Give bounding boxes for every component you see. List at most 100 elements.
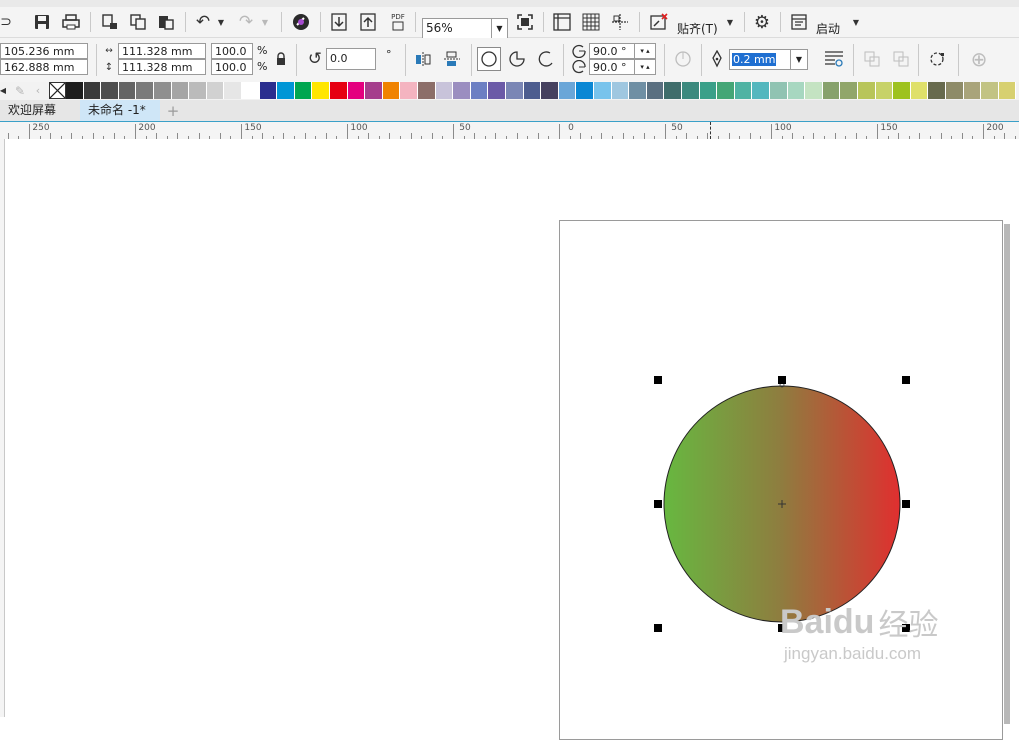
- color-swatch[interactable]: [118, 82, 137, 99]
- color-swatch[interactable]: [206, 82, 225, 99]
- color-swatch[interactable]: [154, 82, 172, 99]
- start-angle-field[interactable]: 90.0 °: [589, 43, 635, 59]
- color-swatch[interactable]: [242, 82, 260, 99]
- text-wrap-icon[interactable]: [822, 48, 846, 70]
- full-screen-icon[interactable]: [514, 11, 536, 33]
- color-swatch[interactable]: [101, 82, 119, 99]
- new-file-icon[interactable]: ⊃: [0, 12, 12, 32]
- launch-dropdown-icon[interactable]: ▼: [850, 11, 862, 33]
- color-swatch[interactable]: [259, 82, 278, 99]
- selection-handle-top[interactable]: [778, 376, 786, 384]
- color-swatch[interactable]: [136, 82, 154, 99]
- snap-dropdown-icon[interactable]: ▼: [724, 11, 736, 33]
- color-swatch[interactable]: [805, 82, 823, 99]
- scale-y-field[interactable]: 100.0: [211, 59, 253, 75]
- color-swatch[interactable]: [470, 82, 489, 99]
- print-icon[interactable]: [60, 11, 82, 33]
- tab-welcome-screen[interactable]: 欢迎屏幕: [0, 100, 80, 121]
- color-swatch[interactable]: [224, 82, 242, 99]
- zoom-dropdown-button[interactable]: ▼: [491, 18, 508, 39]
- color-swatch[interactable]: [910, 82, 929, 99]
- color-swatch[interactable]: [981, 82, 999, 99]
- selection-handle-top-right[interactable]: [902, 376, 910, 384]
- color-swatch[interactable]: [875, 82, 894, 99]
- ellipse-mode-icon[interactable]: [477, 47, 501, 71]
- undo-dropdown-icon[interactable]: ▼: [215, 11, 227, 33]
- color-swatch[interactable]: [294, 82, 313, 99]
- color-swatch[interactable]: [946, 82, 964, 99]
- palette-scroll-left-icon[interactable]: ◀: [0, 82, 6, 99]
- color-swatch[interactable]: [963, 82, 982, 99]
- color-swatch[interactable]: [330, 82, 348, 99]
- launch-icon[interactable]: [789, 11, 809, 33]
- color-swatch[interactable]: [558, 82, 577, 99]
- publish-pdf-icon[interactable]: PDF: [386, 11, 410, 33]
- color-swatch[interactable]: [682, 82, 700, 99]
- selected-circle-shape[interactable]: [650, 372, 916, 638]
- color-swatch[interactable]: [541, 82, 559, 99]
- show-guidelines-icon[interactable]: [609, 11, 631, 33]
- options-gear-icon[interactable]: ⚙: [751, 11, 773, 33]
- color-swatch[interactable]: [822, 82, 841, 99]
- color-swatch[interactable]: [752, 82, 770, 99]
- pie-mode-icon[interactable]: [506, 47, 528, 71]
- search-content-icon[interactable]: [290, 11, 312, 33]
- end-angle-stepper[interactable]: ▾ ▴: [634, 59, 656, 75]
- color-swatch[interactable]: [646, 82, 665, 99]
- save-icon[interactable]: [32, 11, 52, 33]
- color-swatch[interactable]: [840, 82, 858, 99]
- color-swatch[interactable]: [365, 82, 383, 99]
- color-swatch[interactable]: [66, 82, 84, 99]
- x-position-field[interactable]: 105.236 mm: [0, 43, 88, 59]
- mirror-horizontal-icon[interactable]: [412, 48, 434, 70]
- quick-customize-icon[interactable]: ⊕: [967, 47, 991, 71]
- mirror-vertical-icon[interactable]: [441, 48, 463, 70]
- color-swatch[interactable]: [893, 82, 911, 99]
- paste-icon[interactable]: [156, 11, 176, 33]
- color-swatch[interactable]: [611, 82, 630, 99]
- selection-handle-bottom-left[interactable]: [654, 624, 662, 632]
- color-swatch[interactable]: [664, 82, 682, 99]
- outline-width-field[interactable]: 0.2 mm: [729, 49, 791, 70]
- y-position-field[interactable]: 162.888 mm: [0, 59, 88, 75]
- convert-to-curves-icon[interactable]: [925, 48, 949, 70]
- import-arrow-icon[interactable]: [328, 11, 350, 33]
- object-height-field[interactable]: 111.328 mm: [118, 59, 206, 75]
- snap-off-icon[interactable]: [648, 11, 670, 33]
- show-rulers-icon[interactable]: [551, 11, 573, 33]
- color-swatch[interactable]: [400, 82, 418, 99]
- color-swatch[interactable]: [928, 82, 946, 99]
- color-swatch[interactable]: [83, 82, 102, 99]
- outline-width-dropdown[interactable]: ▼: [790, 49, 808, 70]
- add-document-icon[interactable]: +: [164, 101, 182, 120]
- color-swatch[interactable]: [506, 82, 524, 99]
- color-swatch[interactable]: [699, 82, 718, 99]
- color-swatch[interactable]: [858, 82, 876, 99]
- color-swatch[interactable]: [770, 82, 788, 99]
- color-swatch[interactable]: [277, 82, 295, 99]
- start-angle-stepper[interactable]: ▾ ▴: [634, 43, 656, 59]
- color-swatch[interactable]: [453, 82, 471, 99]
- color-swatch[interactable]: [629, 82, 647, 99]
- color-swatch[interactable]: [189, 82, 207, 99]
- scale-x-field[interactable]: 100.0: [211, 43, 253, 59]
- horizontal-ruler[interactable]: 250 200 150 100 50 0 50 100 150 200: [0, 121, 1019, 140]
- launch-label[interactable]: 启动: [816, 20, 840, 37]
- tab-untitled-document[interactable]: 未命名 -1*: [80, 100, 160, 121]
- no-color-swatch[interactable]: [49, 82, 66, 99]
- selection-handle-top-left[interactable]: [654, 376, 662, 384]
- copy-icon[interactable]: [128, 11, 148, 33]
- color-swatch[interactable]: [717, 82, 735, 99]
- lock-ratio-icon[interactable]: [273, 50, 289, 68]
- color-swatch[interactable]: [488, 82, 506, 99]
- color-swatch[interactable]: [998, 82, 1017, 99]
- color-swatch[interactable]: [787, 82, 806, 99]
- undo-icon[interactable]: ↶: [193, 11, 213, 33]
- color-swatch[interactable]: [382, 82, 401, 99]
- color-swatch[interactable]: [171, 82, 190, 99]
- color-swatch[interactable]: [734, 82, 753, 99]
- zoom-level-field[interactable]: 56%: [422, 18, 492, 39]
- color-swatch[interactable]: [347, 82, 366, 99]
- color-swatch[interactable]: [435, 82, 454, 99]
- selection-handle-right[interactable]: [902, 500, 910, 508]
